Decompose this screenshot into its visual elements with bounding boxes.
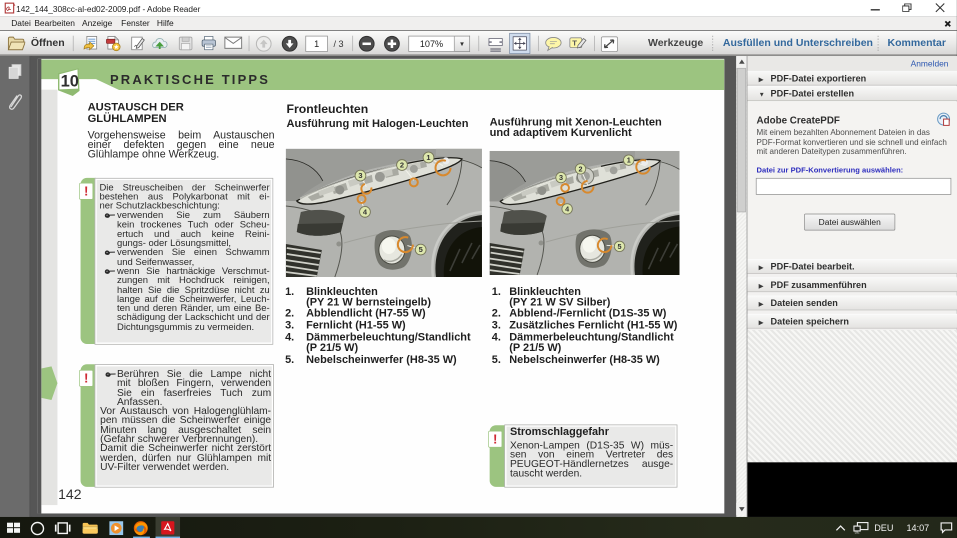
svg-text:DE: DE	[855, 530, 861, 533]
svg-text:3: 3	[559, 173, 563, 182]
svg-text:4: 4	[565, 204, 569, 213]
svg-text:1: 1	[426, 153, 430, 162]
svg-text:5: 5	[419, 245, 423, 254]
svg-text:2: 2	[400, 161, 404, 170]
svg-text:10: 10	[61, 73, 79, 91]
svg-text:2: 2	[578, 164, 582, 173]
svg-text:3: 3	[358, 171, 362, 180]
svg-text:T: T	[572, 39, 577, 48]
svg-text:5: 5	[618, 242, 622, 251]
svg-text:1: 1	[627, 156, 631, 165]
